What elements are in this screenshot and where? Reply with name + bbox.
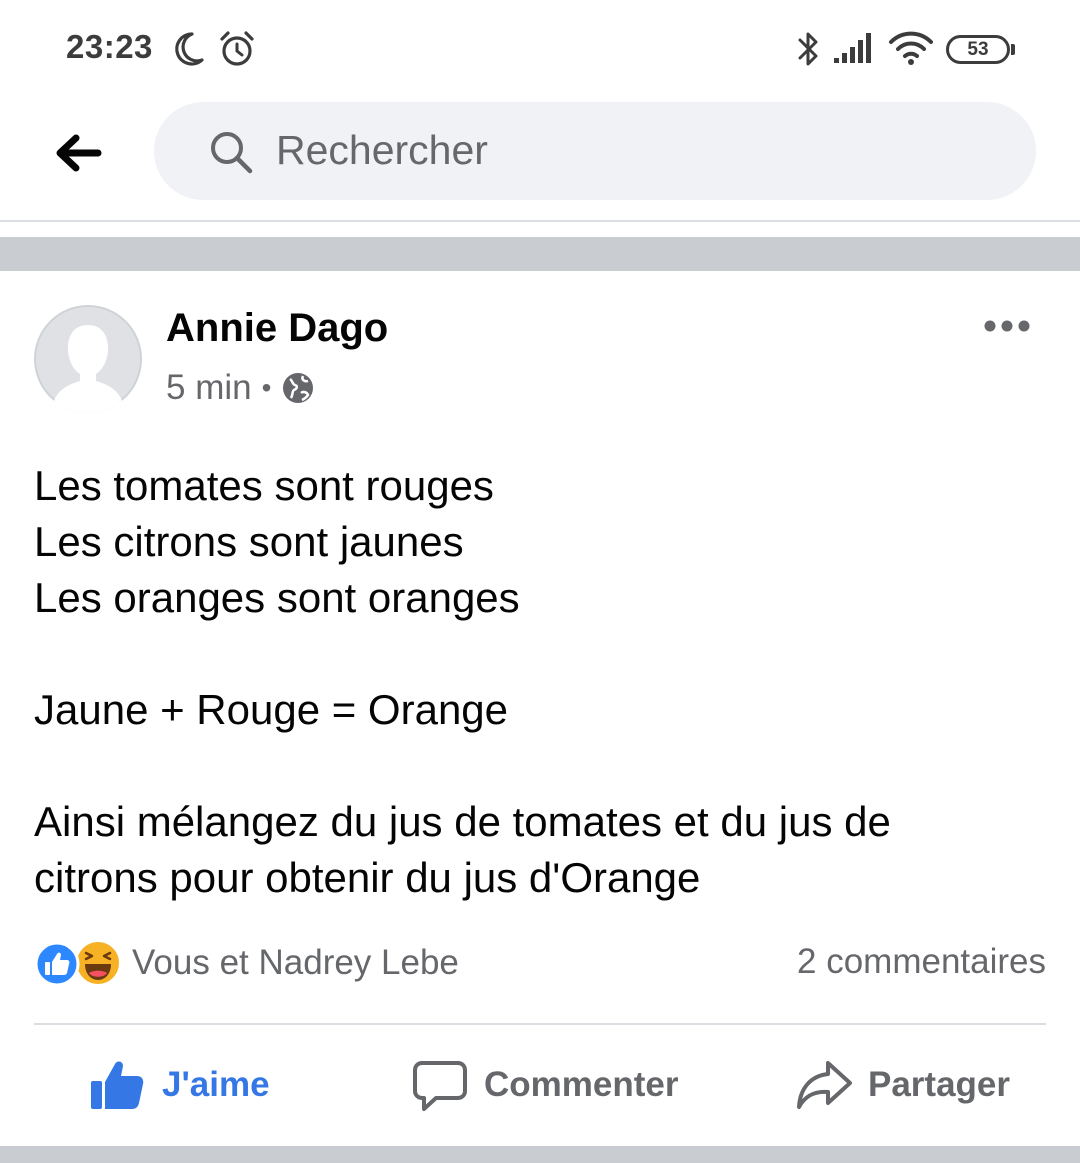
header-divider xyxy=(0,220,1080,222)
post-meta: 5 min • xyxy=(166,368,315,408)
globe-icon[interactable] xyxy=(281,371,315,405)
post-line: citrons pour obtenir du jus d'Orange xyxy=(34,854,701,901)
facebook-post-page: 23:23 53 Rechercher Annie Dago 5 min • L… xyxy=(0,0,1080,1163)
moon-icon xyxy=(175,32,204,66)
feed-separator xyxy=(0,237,1080,271)
arrow-left-icon[interactable] xyxy=(50,128,106,178)
battery-icon: 53 xyxy=(946,35,1016,64)
search-placeholder: Rechercher xyxy=(276,127,488,173)
battery-tip xyxy=(1011,44,1015,55)
status-time: 23:23 xyxy=(66,28,153,65)
post-line xyxy=(34,626,1044,682)
post-line: Ainsi mélangez du jus de tomates et du j… xyxy=(34,798,891,845)
more-options-icon[interactable] xyxy=(982,312,1032,340)
reaction-names: Vous et Nadrey Lebe xyxy=(132,943,459,982)
comment-label: Commenter xyxy=(484,1065,679,1104)
post-time[interactable]: 5 min xyxy=(166,368,252,408)
comments-count[interactable]: 2 commentaires xyxy=(797,942,1046,982)
like-label: J'aime xyxy=(162,1065,270,1104)
like-reaction-icon xyxy=(34,941,80,987)
battery-level: 53 xyxy=(946,35,1010,64)
meta-separator: • xyxy=(261,372,272,403)
post-line: Les citrons sont jaunes xyxy=(34,518,464,565)
alarm-icon xyxy=(220,31,254,66)
comment-button[interactable]: Commenter xyxy=(410,1050,678,1120)
post-line: Jaune + Rouge = Orange xyxy=(34,686,509,733)
actions-divider xyxy=(34,1023,1046,1025)
search-icon xyxy=(211,132,253,174)
status-bar: 23:23 53 xyxy=(0,0,1080,100)
search-input[interactable]: Rechercher xyxy=(154,102,1036,200)
post-line xyxy=(34,738,1044,794)
share-button[interactable]: Partager xyxy=(794,1050,1010,1120)
avatar[interactable] xyxy=(34,305,142,413)
thumbs-up-icon xyxy=(91,1061,144,1109)
default-profile-icon xyxy=(34,305,142,413)
signal-icon xyxy=(834,33,871,63)
share-label: Partager xyxy=(868,1065,1011,1104)
feed-separator xyxy=(0,1146,1080,1163)
comment-icon xyxy=(413,1061,467,1111)
bluetooth-icon xyxy=(798,32,818,66)
wifi-icon xyxy=(889,31,933,65)
share-icon xyxy=(797,1061,852,1109)
post-line: Les oranges sont oranges xyxy=(34,574,520,621)
reaction-icons xyxy=(34,939,124,987)
author-name[interactable]: Annie Dago xyxy=(166,306,388,351)
like-button[interactable]: J'aime xyxy=(88,1050,270,1120)
reactions-summary[interactable]: Vous et Nadrey Lebe xyxy=(34,938,459,988)
post-line: Les tomates sont rouges xyxy=(34,462,494,509)
post-text: Les tomates sont rouges Les citrons sont… xyxy=(34,458,1044,906)
haha-reaction-icon xyxy=(75,940,121,986)
